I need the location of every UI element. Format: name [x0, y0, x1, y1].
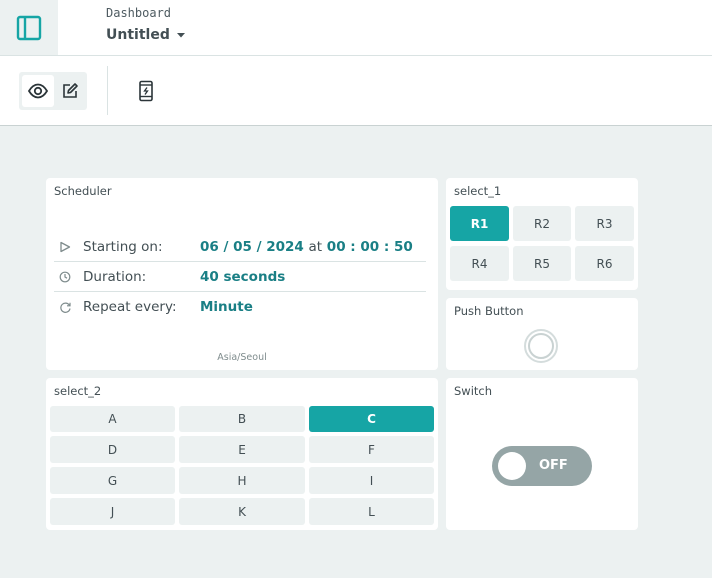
duration-label: Duration: — [83, 268, 147, 285]
starting-on-row: Starting on: 06 / 05 / 2024 at 00 : 00 :… — [54, 232, 426, 262]
select-2-option[interactable]: F — [309, 436, 434, 463]
switch-state-label: OFF — [539, 458, 568, 473]
select-2-option[interactable]: L — [309, 498, 434, 525]
at-label: at — [308, 238, 323, 255]
select-2-option[interactable]: B — [179, 406, 305, 432]
dashboard-title-dropdown[interactable]: Untitled — [106, 27, 186, 43]
select-1-widget: select_1 R1 R2 R3 R4 R5 R6 — [446, 178, 638, 290]
mode-toggle-group — [19, 72, 87, 110]
widget-title: Scheduler — [54, 184, 112, 198]
toggle-switch[interactable]: OFF — [492, 446, 592, 486]
select-2-option[interactable]: G — [50, 467, 175, 494]
repeat-value: Minute — [200, 299, 253, 315]
duration-value: 40 seconds — [200, 268, 286, 285]
scheduler-widget[interactable]: Scheduler Starting on: 06 / 05 / 2024 at… — [46, 178, 438, 370]
switch-widget: Switch OFF — [446, 378, 638, 530]
play-icon — [60, 241, 71, 252]
select-1-option[interactable]: R5 — [513, 246, 571, 281]
widget-title: Push Button — [454, 304, 524, 318]
timezone-label: Asia/Seoul — [217, 352, 267, 363]
widget-title: Switch — [454, 384, 493, 398]
dashboard-toolbar — [0, 56, 712, 126]
select-2-option[interactable]: I — [309, 467, 434, 494]
select-1-option[interactable]: R2 — [513, 206, 571, 241]
select-2-option[interactable]: C — [309, 406, 434, 432]
start-time: 00 : 00 : 50 — [326, 238, 413, 255]
duration-row: Duration: 40 seconds — [54, 262, 426, 292]
starting-on-label: Starting on: — [83, 238, 163, 255]
toolbar-divider — [107, 66, 108, 115]
repeat-row: Repeat every: Minute — [54, 292, 426, 322]
select-1-option[interactable]: R3 — [575, 206, 634, 241]
clock-icon — [59, 271, 71, 282]
select-2-option[interactable]: E — [179, 436, 305, 463]
start-date: 06 / 05 / 2024 — [200, 238, 304, 255]
page-title: Untitled — [106, 27, 170, 43]
edit-mode-button[interactable] — [54, 75, 86, 107]
widget-title: select_1 — [454, 184, 502, 198]
sidebar-panel-icon — [16, 15, 42, 40]
select-2-option[interactable]: D — [50, 436, 175, 463]
select-2-widget: select_2 A B C D E F G H I J K L — [46, 378, 438, 530]
select-1-option[interactable]: R1 — [450, 206, 509, 241]
repeat-label: Repeat every: — [83, 299, 177, 315]
select-2-option[interactable]: K — [179, 498, 305, 525]
switch-knob — [498, 452, 526, 480]
sidebar-toggle-button[interactable] — [0, 0, 58, 55]
select-1-option[interactable]: R6 — [575, 246, 634, 281]
widget-title: select_2 — [54, 384, 102, 398]
select-2-option[interactable]: H — [179, 467, 305, 494]
push-button-widget: Push Button — [446, 298, 638, 370]
push-button[interactable] — [524, 329, 558, 363]
mobile-phone-icon — [139, 80, 153, 102]
pencil-icon — [63, 83, 78, 98]
eye-icon — [27, 83, 49, 99]
select-1-option[interactable]: R4 — [450, 246, 509, 281]
view-mode-button[interactable] — [22, 75, 54, 107]
select-2-option[interactable]: A — [50, 406, 175, 432]
top-header: Dashboard Untitled — [0, 0, 712, 56]
caret-down-icon — [176, 33, 185, 38]
select-2-option[interactable]: J — [50, 498, 175, 525]
start-date-time: 06 / 05 / 2024 at 00 : 00 : 50 — [200, 239, 413, 255]
breadcrumb[interactable]: Dashboard — [106, 6, 171, 20]
repeat-icon — [60, 302, 71, 313]
mobile-view-button[interactable] — [130, 75, 162, 107]
